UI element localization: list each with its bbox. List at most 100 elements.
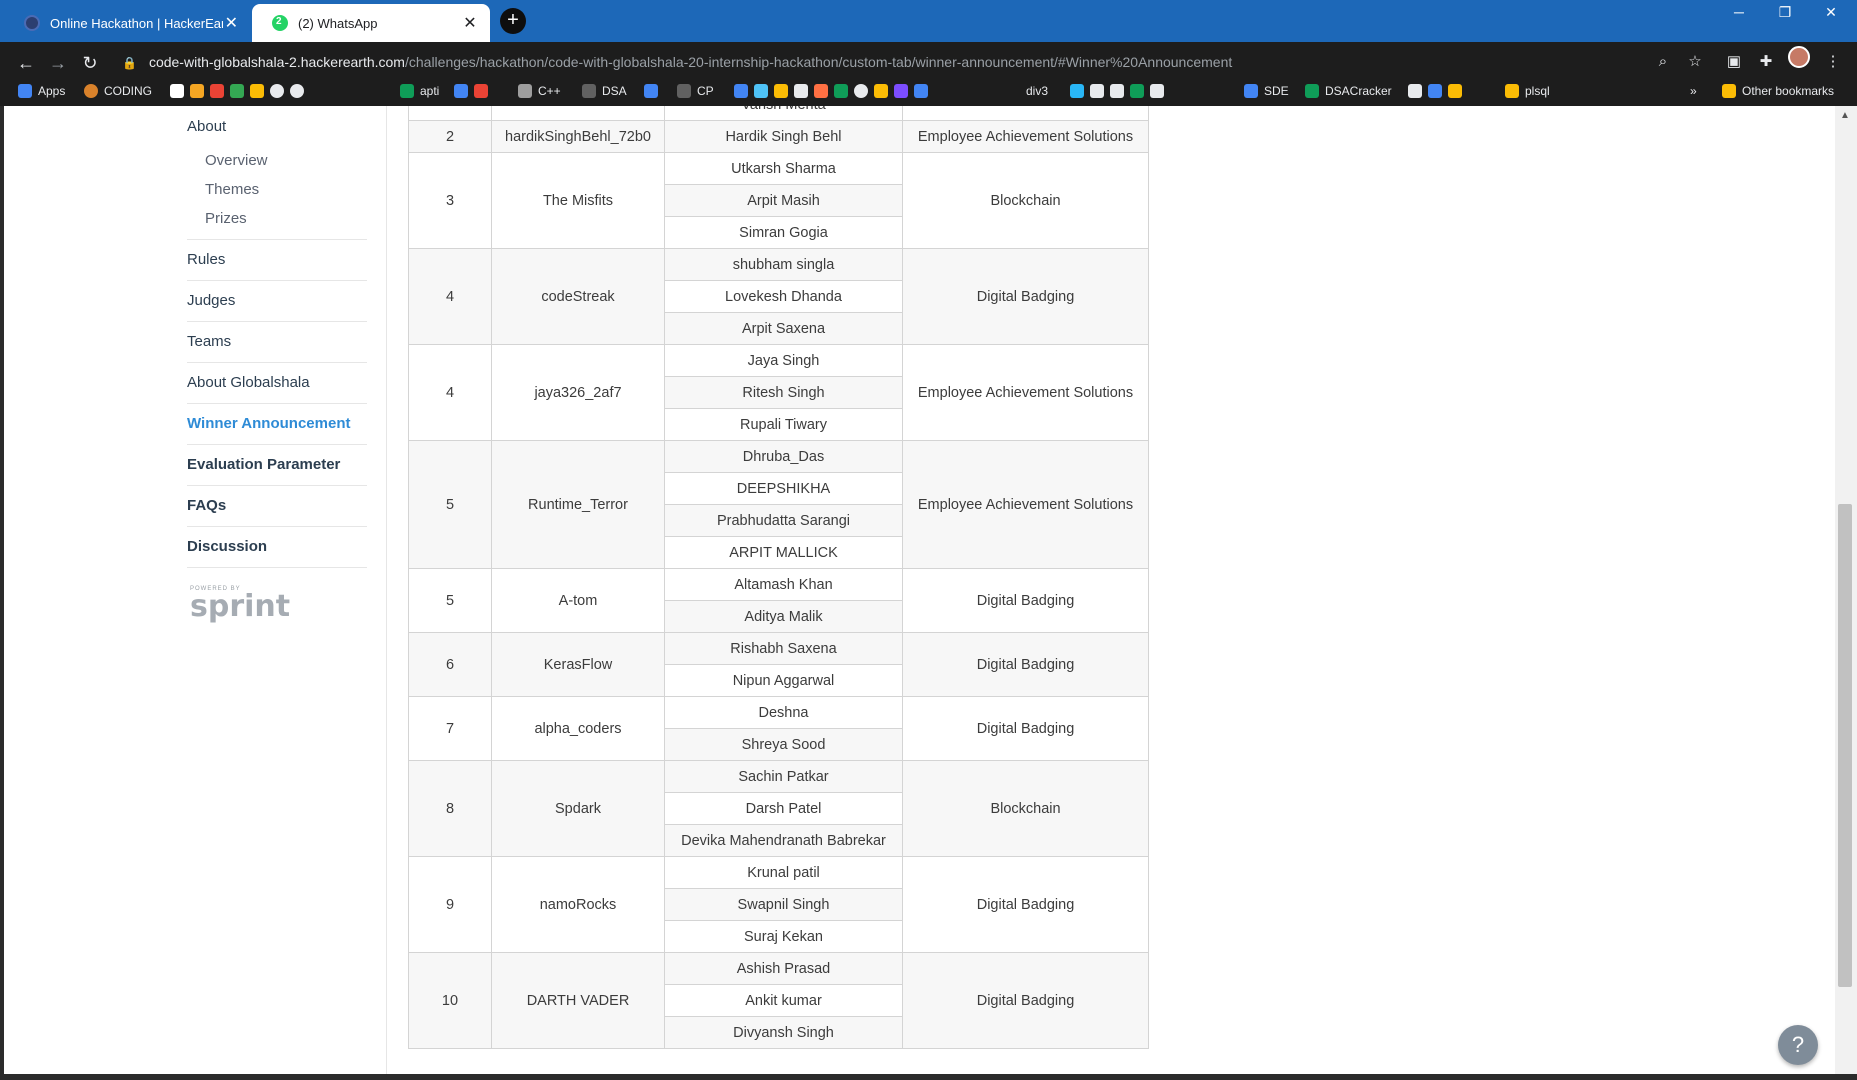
tab-title: Online Hackathon | HackerEarth C	[50, 15, 223, 31]
scrollbar-thumb[interactable]	[1838, 504, 1852, 987]
minimize-button[interactable]: ─	[1716, 0, 1762, 24]
docs-icon[interactable]	[454, 84, 468, 98]
sidebar-subitem-themes[interactable]: Themes	[205, 181, 259, 198]
bookmark-dsa[interactable]: DSA	[582, 81, 627, 101]
microsoft-icon[interactable]	[874, 84, 888, 98]
chrome-icon[interactable]	[270, 84, 284, 98]
bookmark-coding[interactable]: CODING	[84, 81, 152, 101]
member-name-cell: Darsh Patel	[664, 792, 903, 825]
table-row: 3 The Misfits Utkarsh Sharma Blockchain	[408, 152, 1149, 249]
forward-arrow-icon[interactable]: →	[46, 51, 70, 75]
chart-icon[interactable]	[644, 84, 658, 98]
drive-icon[interactable]	[230, 84, 244, 98]
sidebar-item-winner-announcement[interactable]: Winner Announcement	[187, 415, 350, 432]
table-row: 10 DARTH VADER Ashish Prasad Digital Badgin…	[408, 952, 1149, 1049]
bookmark-icon[interactable]	[1130, 84, 1144, 98]
close-tab-icon[interactable]: ✕	[460, 13, 480, 33]
bookmark-icon[interactable]	[834, 84, 848, 98]
bookmark-plsql[interactable]: plsql	[1505, 81, 1550, 101]
bookmark-icon-row-5	[1070, 81, 1170, 101]
bookmark-other[interactable]: Other bookmarks	[1722, 81, 1834, 101]
domain-cell: Employee Achievement Solutions	[902, 344, 1149, 441]
sidebar-item-rules[interactable]: Rules	[187, 251, 225, 268]
rank-cell: 6	[408, 632, 492, 697]
save-icon[interactable]: ▣	[1723, 51, 1745, 73]
help-button[interactable]: ?	[1778, 1025, 1818, 1065]
bookmark-icon[interactable]	[794, 84, 808, 98]
reload-icon[interactable]: ↻	[78, 51, 102, 75]
sidebar-item-about[interactable]: About	[187, 118, 226, 135]
member-name-cell: Prabhudatta Sarangi	[664, 504, 903, 537]
bookmark-star-icon[interactable]: ☆	[1684, 51, 1706, 73]
dsa-icon	[582, 84, 596, 98]
menu-kebab-icon[interactable]: ⋮	[1822, 51, 1844, 73]
tab-hackerearth[interactable]: Online Hackathon | HackerEarth C ✕	[4, 4, 250, 42]
address-bar[interactable]: 🔒 code-with-globalshala-2.hackerearth.com…	[110, 46, 1680, 78]
sidebar-item-discussion[interactable]: Discussion	[187, 538, 267, 555]
member-name-cell: Arpit Masih	[664, 184, 903, 217]
keep-icon[interactable]	[250, 84, 264, 98]
bookmark-icon[interactable]	[774, 84, 788, 98]
team-name-cell: alpha_coders	[491, 696, 665, 761]
profile-avatar[interactable]	[1788, 46, 1810, 68]
zoom-icon[interactable]: ⌕	[1652, 51, 1674, 73]
flask-icon[interactable]	[1408, 84, 1422, 98]
bookmark-sde[interactable]: SDE	[1244, 81, 1289, 101]
github-icon[interactable]	[290, 84, 304, 98]
bookmark-icon[interactable]	[474, 84, 488, 98]
bookmark-dsacracker[interactable]: DSACracker	[1305, 81, 1392, 101]
chart-icon[interactable]	[914, 84, 928, 98]
sidebar-subitem-prizes[interactable]: Prizes	[205, 210, 247, 227]
divider	[187, 239, 367, 240]
team-name-cell: DARTH VADER	[491, 952, 665, 1049]
bookmark-icon[interactable]	[1150, 84, 1164, 98]
extensions-puzzle-icon[interactable]: ✚	[1755, 51, 1777, 73]
team-name-cell: Runtime_Terror	[491, 440, 665, 569]
restore-button[interactable]: ❐	[1762, 0, 1808, 24]
bookmark-icon[interactable]	[854, 84, 868, 98]
winners-table-body: Vansh Mehta2hardikSinghBehl_72b0Hardik S…	[408, 106, 1149, 1049]
sidebar-item-teams[interactable]: Teams	[187, 333, 231, 350]
gmail-icon[interactable]	[210, 84, 224, 98]
sidebar-item-about-globalshala[interactable]: About Globalshala	[187, 374, 310, 391]
team-name-cell: A-tom	[491, 568, 665, 633]
bookmark-icon[interactable]	[1090, 84, 1104, 98]
domain-cell: Digital Badging	[902, 952, 1149, 1049]
bookmark-div3[interactable]: div3	[1026, 81, 1048, 101]
close-window-button[interactable]: ✕	[1808, 0, 1854, 24]
new-tab-button[interactable]: +	[500, 8, 526, 34]
folder-icon[interactable]	[1448, 84, 1462, 98]
sidebar-item-judges[interactable]: Judges	[187, 292, 235, 309]
bookmark-apti[interactable]: apti	[400, 81, 439, 101]
network-icon[interactable]	[754, 84, 768, 98]
tab-title: (2) WhatsApp	[298, 15, 378, 31]
bookmark-icon-row-6	[1408, 81, 1468, 101]
bookmark-icon[interactable]	[190, 84, 204, 98]
bookmark-apps[interactable]: Apps	[18, 81, 65, 101]
close-tab-icon[interactable]: ✕	[223, 13, 240, 33]
sidebar-subitem-overview[interactable]: Overview	[205, 152, 268, 169]
back-arrow-icon[interactable]: ←	[14, 51, 38, 75]
bookmark-icon[interactable]	[1070, 84, 1084, 98]
sidebar-item-faqs[interactable]: FAQs	[187, 497, 226, 514]
bookmark-icon[interactable]	[1110, 84, 1124, 98]
tab-whatsapp[interactable]: (2) WhatsApp ✕	[252, 4, 490, 42]
bookmark-icon[interactable]	[894, 84, 908, 98]
scroll-up-arrow-icon[interactable]: ▲	[1838, 110, 1852, 122]
sidebar-item-evaluation-parameter[interactable]: Evaluation Parameter	[187, 456, 340, 473]
bookmark-cp[interactable]: CP	[677, 81, 714, 101]
member-name-cell: Utkarsh Sharma	[664, 152, 903, 185]
bookmark-icon[interactable]	[170, 84, 184, 98]
more-bookmarks-chevron-icon[interactable]: »	[1690, 81, 1697, 101]
docs-icon[interactable]	[1428, 84, 1442, 98]
powered-by-sprint-logo[interactable]: POWERED BY sprint	[190, 586, 290, 626]
bookmark-cpp[interactable]: C++	[518, 81, 561, 101]
member-name-cell: Vansh Mehta	[664, 106, 903, 121]
blogger-icon[interactable]	[814, 84, 828, 98]
url-path: /challenges/hackathon/code-with-globalsh…	[404, 54, 1233, 70]
rank-cell: 9	[408, 856, 492, 953]
chart-icon[interactable]	[734, 84, 748, 98]
member-name-cell: Altamash Khan	[664, 568, 903, 601]
member-name-cell: Hardik Singh Behl	[664, 120, 903, 153]
table-row: 5 A-tom Altamash Khan Digital Badging	[408, 568, 1149, 633]
